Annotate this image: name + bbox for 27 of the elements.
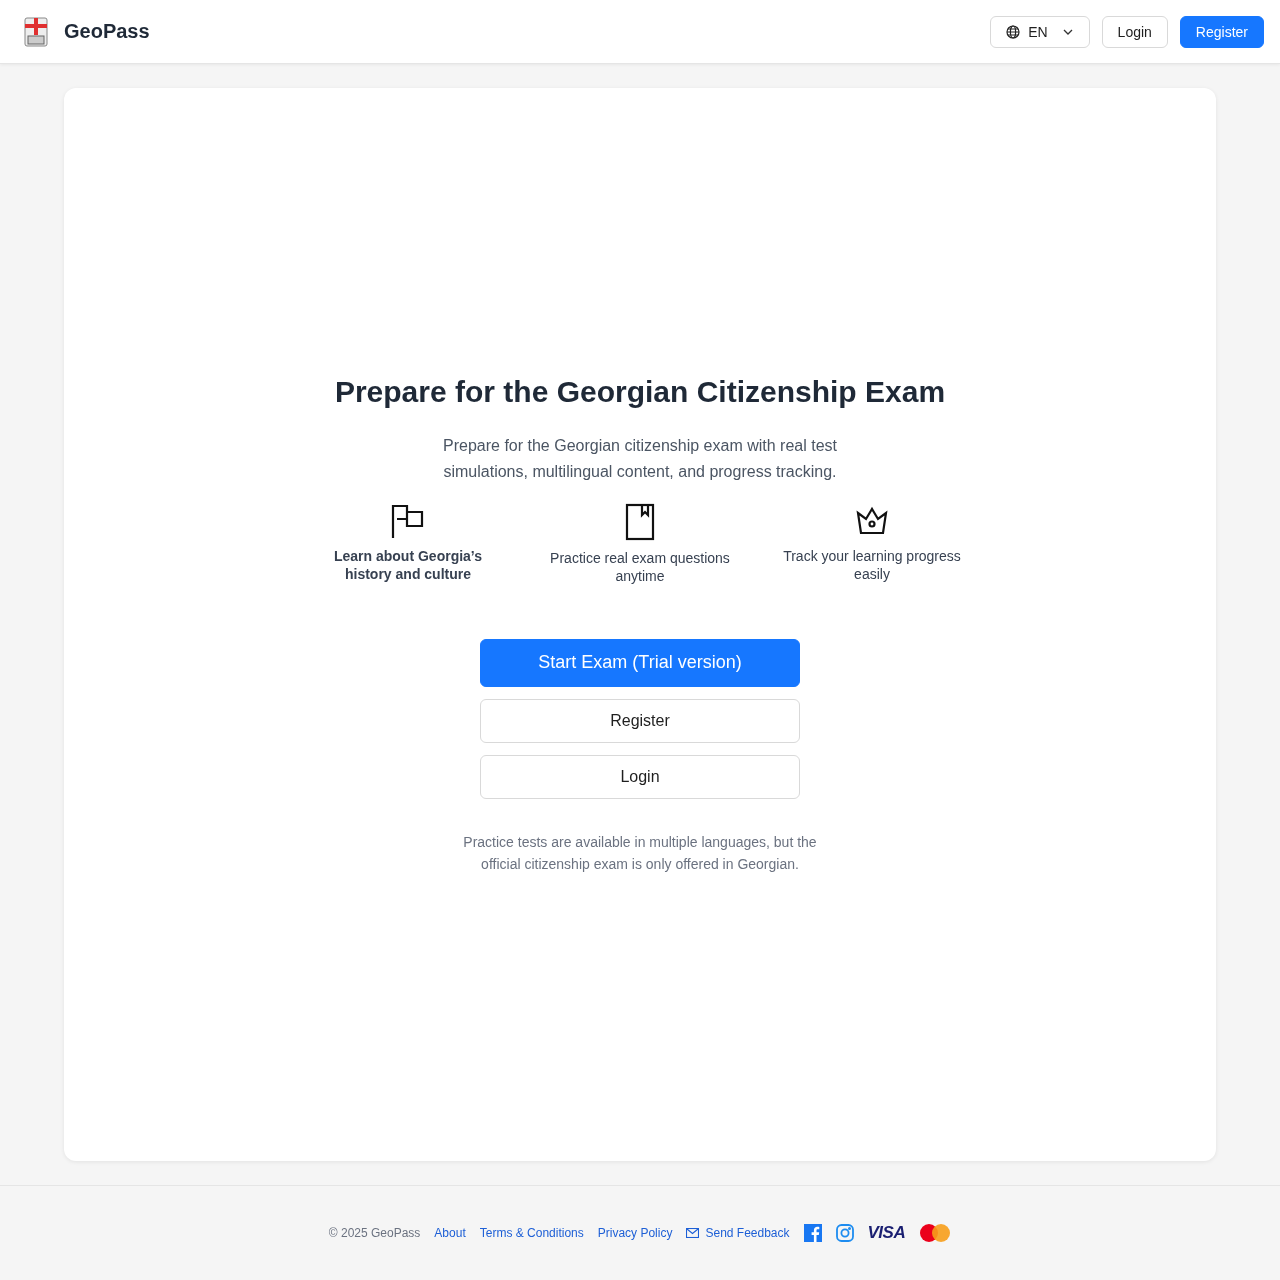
feature-text: Learn about Georgia’s history and culture — [332, 546, 484, 583]
bookmark-book-icon — [624, 502, 656, 541]
feedback-link[interactable]: Send Feedback — [686, 1226, 790, 1240]
footer-link[interactable]: Terms & Conditions — [479, 1226, 584, 1240]
logo-icon — [24, 16, 48, 47]
mail-icon — [686, 1228, 700, 1238]
footer-link[interactable]: Privacy Policy — [597, 1226, 673, 1240]
globe-icon — [1006, 24, 1021, 39]
mastercard-logo — [919, 1223, 952, 1243]
page-title: Prepare for the Georgian Citizenship Exam — [334, 374, 946, 409]
footer-link[interactable]: About — [434, 1226, 466, 1240]
register-button[interactable]: Register — [1179, 15, 1264, 48]
start-exam-button[interactable]: Start Exam (Trial version) — [480, 638, 800, 687]
language-note: Practice tests are available in multiple languages, but the official citizenship exam is only offered in Georgian. — [462, 832, 818, 874]
login-button[interactable]: Login — [1101, 15, 1168, 48]
register-button[interactable]: Register — [480, 698, 800, 743]
brand-name: GeoPass — [64, 20, 150, 43]
feature-text: Track your learning progress easily — [782, 546, 962, 583]
flag-icon — [390, 502, 426, 539]
login-button[interactable]: Login — [480, 754, 800, 799]
copyright: © 2025 GeoPass — [328, 1226, 421, 1240]
subtitle: Prepare for the Georgian citizenship exam with real test simulations, multilingual content, and progress tracking. — [442, 435, 838, 482]
visa-logo: VISA — [867, 1223, 906, 1243]
feature-text: Practice real exam questions anytime — [550, 548, 730, 585]
language-selector[interactable]: EN — [990, 15, 1090, 48]
instagram-icon[interactable] — [835, 1224, 854, 1242]
facebook-icon[interactable] — [803, 1224, 822, 1242]
